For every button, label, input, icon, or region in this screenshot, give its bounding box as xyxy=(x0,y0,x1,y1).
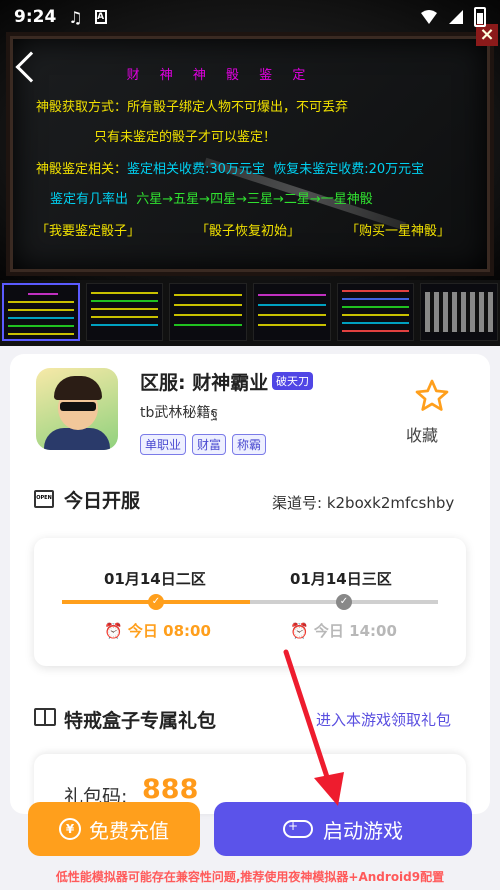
today-open-title: 今日开服 xyxy=(64,490,141,512)
status-time: 9:24 xyxy=(14,7,57,27)
tag-item: 财富 xyxy=(192,434,227,455)
thumbnail-1[interactable] xyxy=(2,283,80,341)
thumbnail-5[interactable] xyxy=(336,283,415,341)
game-subtitle: tb武林秘籍ฐ xyxy=(140,405,219,421)
hero-line-4-text: 六星→五星→四星→三星→二星→一星神骰 xyxy=(136,192,373,207)
alarm-clock-icon: ⏰ xyxy=(104,622,123,640)
gift-title: 特戒盒子专属礼包 xyxy=(64,710,217,732)
thumbnail-2[interactable] xyxy=(85,283,164,341)
favorite-button[interactable] xyxy=(412,378,452,418)
favorite-label[interactable]: 收藏 xyxy=(406,422,438,446)
calendar-open-icon: OPEN xyxy=(34,490,54,508)
gift-code-value: 888 xyxy=(142,774,199,805)
gift-claim-link[interactable]: 进入本游戏领取礼包 xyxy=(316,709,451,730)
status-system-icons xyxy=(420,7,486,27)
hero-line-4: 鉴定有几率出 六星→五星→四星→三星→二星→一星神骰 xyxy=(50,188,373,207)
start-game-button[interactable]: 启动游戏 xyxy=(214,802,472,856)
hero-link-restore[interactable]: 「骰子恢复初始」 xyxy=(196,220,300,239)
gift-icon xyxy=(34,708,56,726)
star-icon xyxy=(415,379,449,411)
hero-line-3-restore: 恢复未鉴定收费:20万元宝 xyxy=(273,162,425,177)
hero-title: 财 神 神 骰 鉴 定 xyxy=(126,68,314,83)
server-1-time-text: 今日 08:00 xyxy=(127,622,211,640)
thumbnail-3[interactable] xyxy=(169,283,248,341)
keyboard-a-icon: A xyxy=(94,10,107,24)
server-schedule: 01月14日二区 01月14日三区 ✓ ✓ ⏰ 今日 08:00 ⏰ 今日 14… xyxy=(34,538,466,666)
battery-icon xyxy=(474,7,486,27)
server-2-check-icon: ✓ xyxy=(336,594,352,610)
game-info-card: 区服: 财神霸业 破天刀 tb武林秘籍ฐ 单职业 财富 称霸 收藏 OPEN 今… xyxy=(10,354,490,814)
hero-line-1-label: 神骰获取方式： xyxy=(36,100,128,115)
server-1-check-icon: ✓ xyxy=(148,594,164,610)
screenshot-thumbnails xyxy=(0,280,500,346)
server-2-time: ⏰ 今日 14:00 xyxy=(290,620,397,641)
signal-icon xyxy=(449,10,463,24)
music-note-icon: ♫ xyxy=(68,7,83,27)
hero-line-3-cost: 鉴定相关收费:30万元宝 xyxy=(127,162,265,177)
alarm-clock-icon: ⏰ xyxy=(290,622,309,640)
server-2-name: 01月14日三区 xyxy=(290,570,392,588)
game-avatar xyxy=(36,368,118,450)
hero-link-identify[interactable]: 「我要鉴定骰子」 xyxy=(36,220,140,239)
hero-line-1-text: 所有骰子绑定人物不可爆出，不可丢弃 xyxy=(127,100,349,115)
status-notification-icons: ♫ A xyxy=(68,7,107,27)
tag-item: 称霸 xyxy=(232,434,267,455)
tag-item: 单职业 xyxy=(140,434,187,455)
start-game-label: 启动游戏 xyxy=(323,818,403,843)
free-recharge-label: 免费充值 xyxy=(89,818,169,843)
server-name: 区服: 财神霸业 xyxy=(140,372,269,394)
hero-link-buy[interactable]: 「购买一星神骰」 xyxy=(346,220,450,239)
hero-banner: × 财 神 神 骰 鉴 定 神骰获取方式：所有骰子绑定人物不可爆出，不可丢弃 只… xyxy=(0,0,500,280)
hero-line-1: 神骰获取方式：所有骰子绑定人物不可爆出，不可丢弃 xyxy=(36,96,348,115)
hero-line-4-label: 鉴定有几率出 xyxy=(50,192,129,207)
server-1-time: ⏰ 今日 08:00 xyxy=(104,620,211,641)
server-1-name: 01月14日二区 xyxy=(104,570,206,588)
gamepad-icon xyxy=(283,819,313,838)
emulator-warning: 低性能模拟器可能存在兼容性问题,推荐使用夜神模拟器+Android9配置 xyxy=(55,870,445,884)
wifi-icon xyxy=(421,10,437,24)
hero-line-3: 神骰鉴定相关：鉴定相关收费:30万元宝 恢复未鉴定收费:20万元宝 xyxy=(36,158,424,177)
hero-line-3-label: 神骰鉴定相关： xyxy=(36,162,128,177)
thumbnail-6[interactable] xyxy=(420,283,499,341)
game-tags: 单职业 财富 称霸 xyxy=(140,434,267,455)
free-recharge-button[interactable]: ¥ 免费充值 xyxy=(28,802,200,856)
thumbnail-4[interactable] xyxy=(253,283,331,341)
yen-coin-icon: ¥ xyxy=(59,818,81,840)
status-bar: 9:24 ♫ A xyxy=(0,0,500,34)
hero-line-2: 只有未鉴定的骰子才可以鉴定！ xyxy=(94,130,277,145)
server-2-time-text: 今日 14:00 xyxy=(313,622,397,640)
channel-number: 渠道号: k2boxk2mfcshby xyxy=(272,494,455,512)
server-badge: 破天刀 xyxy=(272,372,313,390)
